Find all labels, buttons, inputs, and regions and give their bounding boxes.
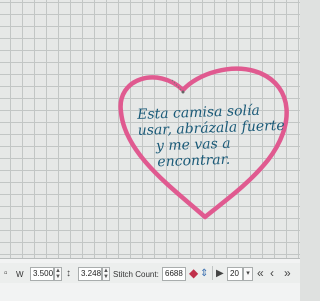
path-node-marker: [181, 90, 185, 94]
width-field[interactable]: 3.500: [30, 267, 54, 281]
double-chevron-right-icon[interactable]: »: [284, 266, 291, 280]
toolbar-separator-1: [212, 266, 213, 280]
chevron-left-icon[interactable]: ‹: [270, 266, 274, 280]
stitch-count-label: Stitch Count:: [113, 270, 159, 279]
page-field[interactable]: 20: [227, 267, 243, 281]
page-dropdown-button[interactable]: ▾: [243, 267, 253, 281]
lock-aspect-icon[interactable]: ▫: [4, 267, 8, 281]
width-stepper[interactable]: ▲ ▼: [54, 267, 62, 281]
design-canvas[interactable]: Esta camisa solía usar, abrázala fuerte …: [0, 0, 300, 258]
play-icon[interactable]: ▶: [216, 267, 224, 281]
width-label: W: [16, 270, 24, 279]
stitch-step-icon[interactable]: ⇕: [200, 267, 208, 281]
verse-text[interactable]: Esta camisa solía usar, abrázala fuerte …: [137, 103, 285, 171]
double-chevron-left-icon[interactable]: «: [257, 266, 264, 280]
height-icon: ↕: [66, 268, 71, 279]
height-field[interactable]: 3.248: [78, 267, 102, 281]
stitch-count-field: 6688: [162, 267, 186, 281]
stitch-color-decrease-icon[interactable]: ◆: [189, 266, 198, 280]
height-stepper[interactable]: ▲ ▼: [102, 267, 110, 281]
